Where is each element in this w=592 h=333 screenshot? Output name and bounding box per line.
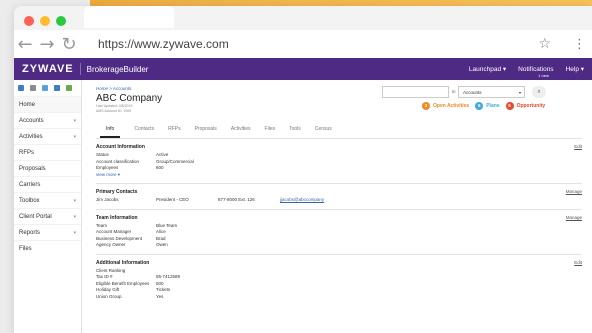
- tab-tools[interactable]: Tools: [289, 122, 301, 138]
- notifications-link[interactable]: Notifications 1 new: [518, 65, 554, 78]
- bookmark-star-icon[interactable]: ☆: [538, 36, 551, 52]
- edit-account-link[interactable]: Edit: [574, 144, 582, 149]
- view-more-link[interactable]: view more ▾: [96, 172, 582, 179]
- forward-arrow-icon[interactable]: →: [36, 34, 58, 55]
- browser-window: ← → ↻ https://www.zywave.com ☆ ⋮ ZYWAVE …: [14, 6, 592, 333]
- address-bar[interactable]: https://www.zywave.com: [98, 37, 538, 51]
- plans-badge[interactable]: 6 Plans: [475, 102, 500, 110]
- contact-email-link[interactable]: jjacobs@abccompany: [280, 197, 324, 204]
- product-name: BrokerageBuilder: [86, 64, 149, 74]
- search-scope-value: Accounts: [463, 90, 482, 95]
- sidebar-item-accounts[interactable]: Accounts ▾: [14, 112, 81, 128]
- search-icon: ⌕: [537, 88, 541, 95]
- dropdown-arrow-icon: ▾: [518, 90, 521, 95]
- info-row: Union Group Yes: [96, 293, 164, 299]
- chevron-down-icon: ▾: [73, 117, 76, 124]
- search-scope-select[interactable]: Accounts ▾: [458, 86, 525, 98]
- sidebar-item-activities[interactable]: Activities ▾: [14, 128, 81, 144]
- tab-files[interactable]: Files: [265, 122, 276, 138]
- notifications-count: 1 new: [538, 72, 549, 78]
- tab-proposals[interactable]: Proposals: [195, 122, 217, 138]
- section-title: Team Information: [96, 214, 138, 221]
- contact-phone: 877-8000 Ext. 126: [218, 197, 255, 202]
- browser-menu-icon[interactable]: ⋮: [573, 37, 586, 52]
- search-button[interactable]: ⌕: [532, 86, 546, 98]
- open-activities-badge[interactable]: 3 Open Activities: [422, 102, 469, 110]
- reload-icon[interactable]: ↻: [58, 34, 80, 55]
- section-title: Primary Contacts: [96, 189, 138, 195]
- additional-information-section: Additional Information Edit Client Ranki…: [96, 255, 582, 306]
- main-area: Home Accounts ▾ Activities ▾ RFPs Proposal…: [14, 80, 592, 333]
- maximize-window-button[interactable]: [56, 16, 66, 26]
- manage-contacts-link[interactable]: Manage: [566, 189, 582, 194]
- account-information-section: Account Information Edit Status Active Ac…: [96, 139, 582, 184]
- info-row: Agency Owner Owen: [96, 242, 168, 247]
- sidebar-item-toolbox[interactable]: Toolbox ▾: [14, 192, 81, 208]
- tab-census[interactable]: Census: [315, 122, 332, 138]
- sidebar-quick-icons: [14, 80, 81, 96]
- launchpad-menu[interactable]: Launchpad ▾: [469, 65, 506, 73]
- app-header: ZYWAVE BrokerageBuilder Launchpad ▾ Noti…: [14, 58, 592, 80]
- edit-additional-link[interactable]: Edit: [574, 260, 582, 265]
- help-menu[interactable]: Help ▾: [566, 65, 584, 73]
- sidebar-item-proposals[interactable]: Proposals: [14, 160, 81, 176]
- sidebar: Home Accounts ▾ Activities ▾ RFPs Proposal…: [14, 80, 82, 333]
- folder-quick-icon[interactable]: [42, 85, 48, 91]
- opportunity-badge[interactable]: 5 Opportunity: [505, 102, 545, 110]
- browser-chrome: ← → ↻ https://www.zywave.com ☆ ⋮: [14, 6, 592, 58]
- content-area: Home > Accounts ABC Company Last Updated…: [82, 80, 592, 333]
- user-quick-icon[interactable]: [54, 85, 60, 91]
- chevron-down-icon: ▾: [73, 133, 76, 140]
- primary-contacts-section: Primary Contacts Manage Jim Jacobs Presi…: [96, 184, 582, 210]
- summary-badges: 3 Open Activities 6 Plans 5 Opportunity: [422, 102, 545, 110]
- browser-nav-row: ← → ↻ https://www.zywave.com ☆ ⋮: [14, 30, 592, 58]
- document-quick-icon[interactable]: [30, 85, 36, 91]
- chart-quick-icon[interactable]: [66, 85, 72, 91]
- manage-team-link[interactable]: Manage: [566, 215, 582, 220]
- contact-name: Jim Jacobs: [96, 197, 119, 202]
- chevron-down-icon: ▾: [73, 229, 76, 236]
- section-title: Additional Information: [96, 259, 150, 266]
- notifications-label: Notifications: [518, 65, 554, 73]
- browser-tab[interactable]: [84, 6, 174, 28]
- chevron-down-icon: ▾: [73, 213, 76, 220]
- chevron-down-icon: ▾: [73, 197, 76, 204]
- zywave-logo[interactable]: ZYWAVE: [22, 63, 74, 75]
- close-window-button[interactable]: [24, 16, 34, 26]
- contact-role: President - CEO: [156, 197, 189, 202]
- window-controls: [24, 16, 66, 26]
- search-input[interactable]: [382, 86, 449, 98]
- minimize-window-button[interactable]: [40, 16, 50, 26]
- tab-info[interactable]: Info: [100, 122, 121, 138]
- logo-divider: [79, 63, 81, 75]
- sidebar-item-reports[interactable]: Reports ▾: [14, 224, 81, 240]
- sidebar-item-files[interactable]: Files: [14, 240, 81, 256]
- sidebar-item-client-portal[interactable]: Client Portal ▾: [14, 208, 81, 224]
- tab-activities[interactable]: Activities: [231, 122, 251, 138]
- section-title: Account Information: [96, 144, 145, 150]
- account-quick-icon[interactable]: [18, 85, 24, 91]
- team-information-section: Team Information Manage Team Blue Team Ac…: [96, 210, 582, 255]
- contact-row: Jim Jacobs President - CEO 877-8000 Ext.…: [96, 197, 582, 204]
- account-tabs: Info Contacts RFPs Proposals Activities …: [96, 122, 582, 139]
- sidebar-item-home[interactable]: Home: [14, 96, 81, 112]
- tab-rfps[interactable]: RFPs: [168, 122, 181, 138]
- tab-contacts[interactable]: Contacts: [134, 122, 154, 138]
- search-in-label: in: [452, 89, 456, 94]
- sidebar-item-rfps[interactable]: RFPs: [14, 144, 81, 160]
- back-arrow-icon[interactable]: ←: [14, 34, 36, 55]
- sidebar-item-carriers[interactable]: Carriers: [14, 176, 81, 192]
